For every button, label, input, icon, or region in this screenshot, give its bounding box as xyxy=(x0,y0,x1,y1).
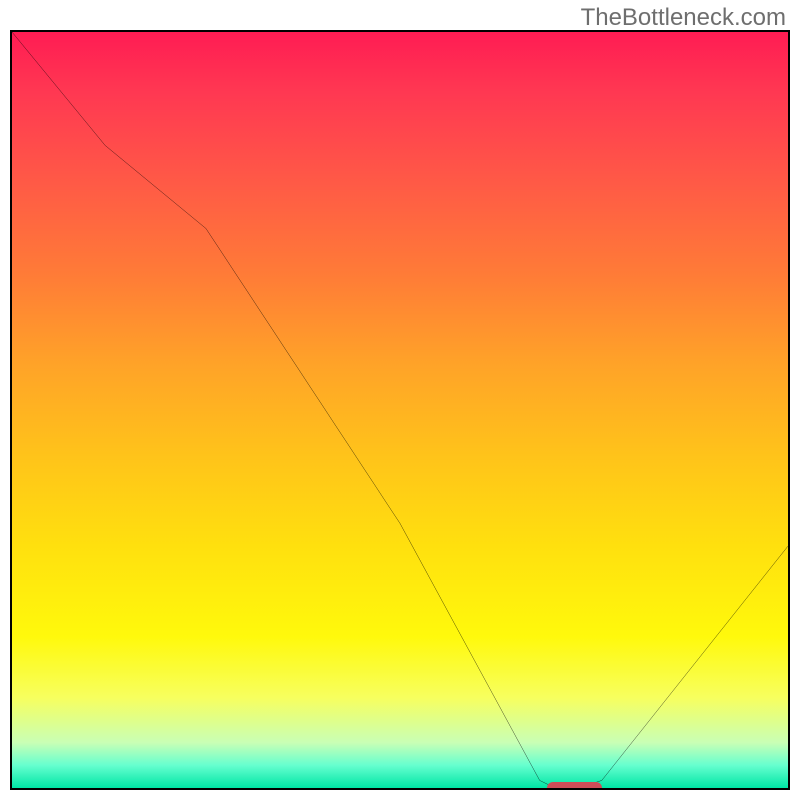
bottleneck-curve xyxy=(12,32,788,788)
chart-plot-area xyxy=(10,30,790,790)
optimal-range-marker xyxy=(547,782,601,790)
attribution-text: TheBottleneck.com xyxy=(581,4,786,32)
